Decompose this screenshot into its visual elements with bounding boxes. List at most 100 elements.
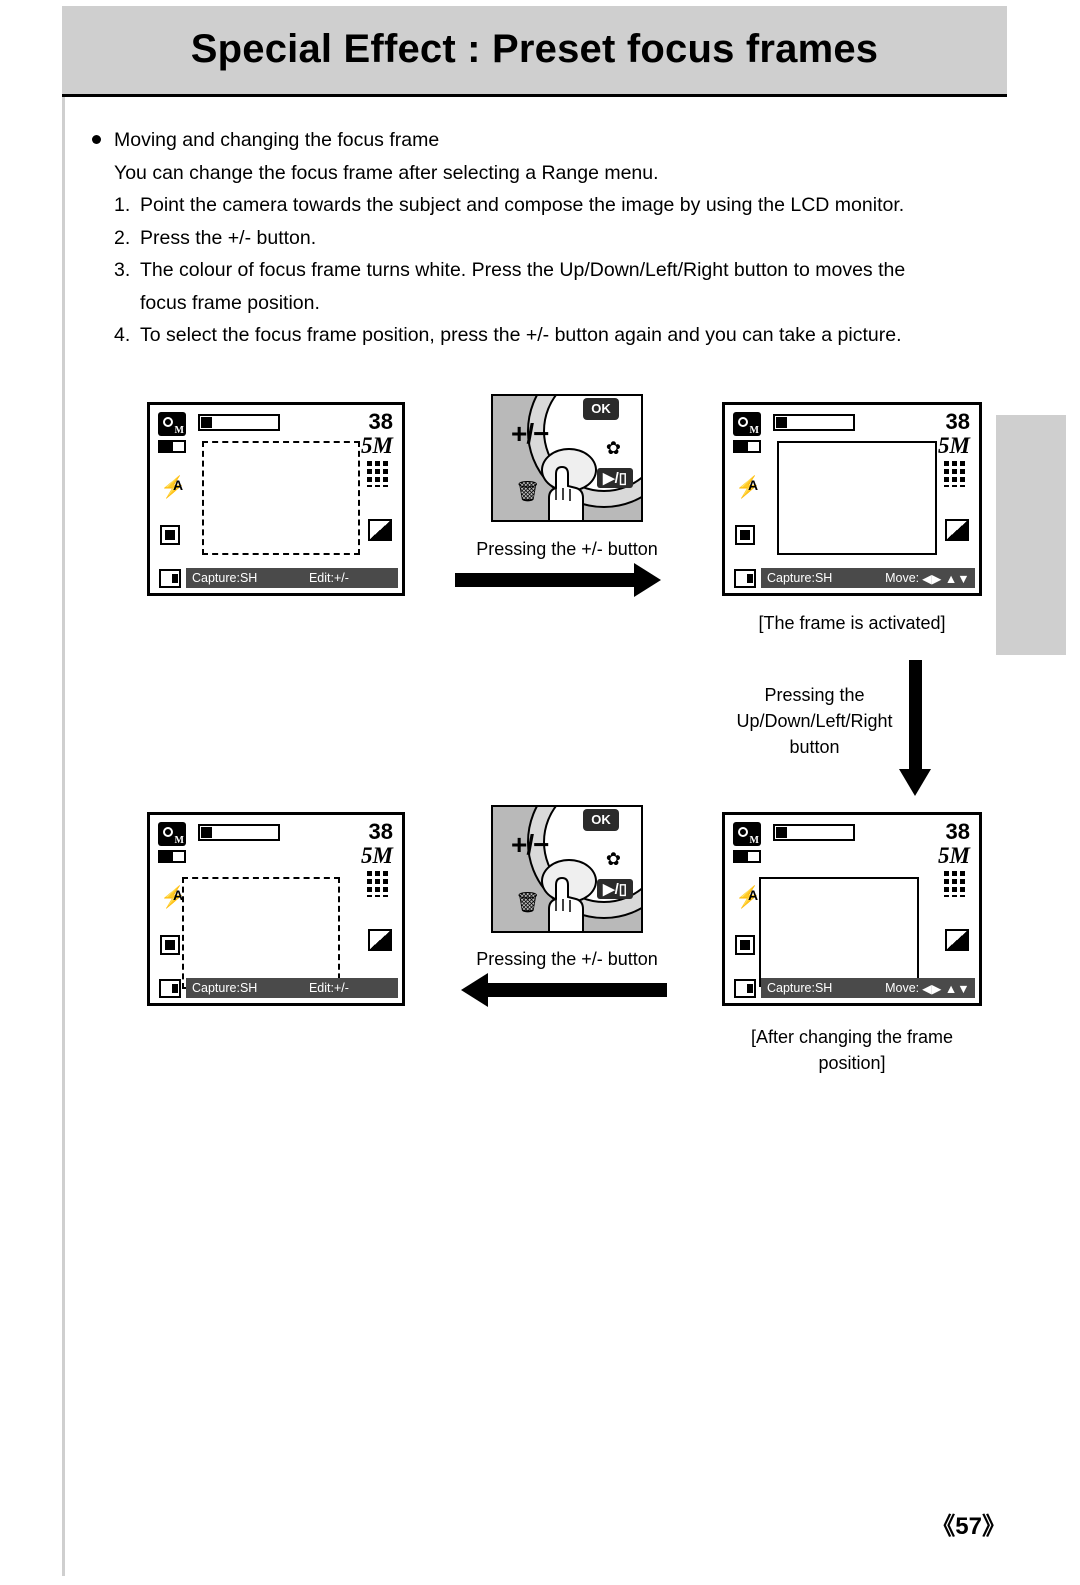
macro-icon[interactable]: ✿ [606, 438, 621, 459]
trash-icon[interactable]: 🗑 [515, 479, 540, 504]
ok-button[interactable]: OK [583, 398, 619, 420]
focus-mode-icon [160, 525, 180, 545]
resolution-label-3: 5M [361, 843, 393, 868]
left-gray-bar [62, 6, 65, 1576]
caption-press-plusminus-bottom: Pressing the +/- button [476, 949, 658, 969]
lcd-screen-3: 38 5M ⚡A Capture:SH Edit:+/- [147, 812, 405, 1006]
page-number: 《57》 [931, 1513, 1006, 1540]
memory-card-icon [159, 979, 181, 998]
exposure-bar-icon [198, 414, 280, 431]
memory-card-icon [734, 569, 756, 588]
plus-minus-button-label[interactable]: +/− [511, 829, 549, 861]
lcd-statusbar-2: Capture:SH Move: ◀▶ ▲▼ [761, 568, 975, 588]
exposure-bar-icon [198, 824, 280, 841]
move-arrows-icon: ◀▶ ▲▼ [922, 981, 970, 996]
scene-mode-icon [733, 412, 761, 436]
caption-press-plusminus-top: Pressing the +/- button [476, 539, 658, 559]
quality-grid-icon [367, 461, 391, 487]
status-capture-4: Capture:SH [767, 981, 833, 995]
step-1-number: 1. [114, 194, 131, 216]
macro-icon[interactable]: ✿ [606, 849, 621, 870]
trash-icon[interactable]: 🗑 [515, 890, 540, 915]
resolution-label-1: 5M [361, 433, 393, 458]
caption-after-changing: [After changing the frame position] [712, 1024, 992, 1076]
header-band: Special Effect : Preset focus frames [62, 6, 1007, 94]
quality-grid-icon [367, 871, 391, 897]
flash-auto-icon: ⚡ A [160, 476, 187, 499]
lcd-statusbar-3: Capture:SH Edit:+/- [186, 978, 398, 998]
lcd-screen-2: 38 5M ⚡A Capture:SH Move: ◀▶ ▲▼ [722, 402, 982, 596]
body-text: Moving and changing the focus frame You … [84, 124, 984, 352]
lcd-statusbar-4: Capture:SH Move: ◀▶ ▲▼ [761, 978, 975, 998]
resolution-label-2: 5M [938, 433, 970, 458]
status-capture-2: Capture:SH [767, 571, 833, 585]
memory-card-icon [734, 979, 756, 998]
status-move-4: Move: ◀▶ ▲▼ [885, 981, 970, 996]
focus-frame-1 [202, 441, 360, 555]
step-4-text: To select the focus frame position, pres… [140, 324, 902, 346]
play-button-icon[interactable]: ▶/▯ [597, 879, 633, 899]
move-arrows-icon: ◀▶ ▲▼ [922, 571, 970, 586]
exposure-bar-icon [773, 414, 855, 431]
step-2: 2. Press the +/- button. [84, 222, 984, 255]
pointing-hand-icon [548, 876, 584, 931]
arrow-down-right [899, 660, 931, 796]
step-2-text: Press the +/- button. [140, 226, 317, 249]
step-2-number: 2. [114, 226, 131, 249]
battery-icon [733, 440, 761, 453]
focus-mode-icon [735, 935, 755, 955]
bullet-heading-label: Moving and changing the focus frame [114, 129, 440, 151]
header-rule [62, 94, 1007, 97]
metering-icon [945, 929, 969, 951]
quality-grid-icon [944, 871, 968, 897]
scene-mode-icon [733, 822, 761, 846]
status-edit-3: Edit:+/- [308, 981, 349, 995]
status-capture-1: Capture:SH [192, 571, 258, 585]
play-button-icon[interactable]: ▶/▯ [597, 468, 633, 488]
arrow-right-top [455, 563, 661, 597]
status-move-2: Move: ◀▶ ▲▼ [885, 571, 970, 586]
battery-icon [733, 850, 761, 863]
caption-press-arrows-line3: button [789, 737, 840, 757]
ok-button[interactable]: OK [583, 809, 619, 831]
caption-press-arrows: Pressing the Up/Down/Left/Right button [712, 682, 917, 760]
shots-remaining-4: 38 [945, 819, 970, 844]
battery-icon [158, 850, 186, 863]
shots-remaining-1: 38 [368, 409, 393, 434]
scene-mode-icon [158, 822, 186, 846]
memory-card-icon [159, 569, 181, 588]
resolution-label-4: 5M [938, 843, 970, 868]
caption-after-changing-line1: [After changing the frame [750, 1027, 954, 1047]
lcd-screen-1: 38 5M ⚡A Capture:SH Edit:+/- [147, 402, 405, 596]
step-3-number: 3. [114, 259, 131, 281]
caption-press-arrows-line2: Up/Down/Left/Right [736, 711, 893, 731]
step-3-text: The colour of focus frame turns white. P… [140, 259, 906, 281]
step-1-text: Point the camera towards the subject and… [140, 194, 905, 216]
focus-frame-2 [777, 441, 937, 555]
status-capture-3: Capture:SH [192, 981, 258, 995]
caption-frame-activated: [The frame is activated] [758, 613, 946, 633]
camera-button-photo-bottom: OK +/− ✿ ▶/▯ 🗑 [491, 805, 643, 933]
page-title: Special Effect : Preset focus frames [190, 27, 879, 71]
right-gray-block [996, 415, 1066, 655]
status-edit-1: Edit:+/- [308, 571, 349, 585]
bullet-dot-icon [92, 135, 101, 144]
caption-after-changing-line2: position] [818, 1053, 886, 1073]
scene-mode-icon [158, 412, 186, 436]
lcd-statusbar-1: Capture:SH Edit:+/- [186, 568, 398, 588]
flash-auto-icon: ⚡ A [735, 476, 762, 499]
battery-icon [158, 440, 186, 453]
focus-frame-3 [182, 877, 340, 989]
bullet-heading: Moving and changing the focus frame [84, 124, 984, 157]
sub-line: You can change the focus frame after sel… [114, 161, 659, 184]
focus-frame-4 [759, 877, 919, 987]
shots-remaining-2: 38 [945, 409, 970, 434]
focus-mode-icon [735, 525, 755, 545]
plus-minus-button-label[interactable]: +/− [511, 418, 549, 450]
camera-button-photo-top: OK +/− ✿ ▶/▯ 🗑 [491, 394, 643, 522]
exposure-bar-icon [773, 824, 855, 841]
step-4: 4. To select the focus frame position, p… [84, 319, 984, 352]
step-1: 1. Point the camera towards the subject … [84, 189, 984, 222]
arrow-left-bottom [461, 973, 667, 1007]
shots-remaining-3: 38 [368, 819, 393, 844]
